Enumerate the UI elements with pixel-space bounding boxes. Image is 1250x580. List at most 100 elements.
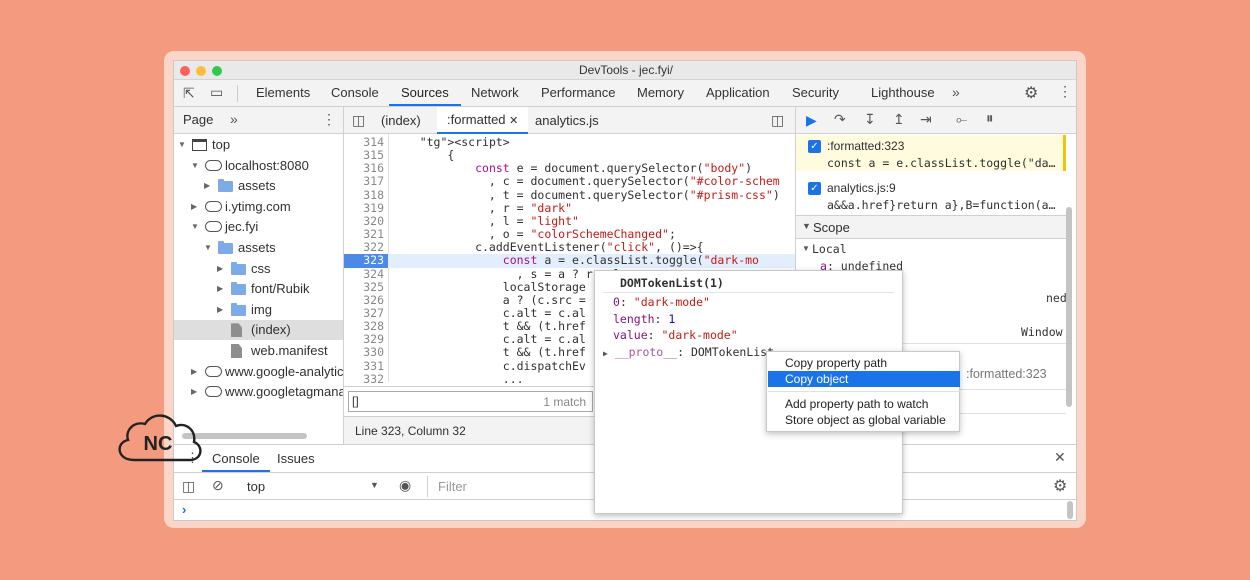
dropdown-arrow-icon[interactable]: ▼ [370,480,379,490]
line-number[interactable]: 323 [344,254,388,268]
line-number[interactable]: 331 [344,359,384,373]
console-settings-icon[interactable]: ⚙ [1053,476,1067,496]
tree-item[interactable]: ▶ css [174,259,343,279]
tab-network[interactable]: Network [471,80,519,106]
tree-item[interactable]: web.manifest [174,341,343,361]
expand-triangle-icon[interactable]: ▶ [204,176,210,196]
expand-triangle-icon[interactable]: ▶ [191,382,197,402]
expand-triangle-icon[interactable]: ▶ [217,259,223,279]
search-input[interactable]: [] 1 match [348,391,593,412]
line-number[interactable]: 317 [344,175,384,188]
editor-tab-analytics[interactable]: analytics.js [535,113,599,128]
expand-triangle-icon[interactable]: ▶ [191,362,197,382]
callstack-item[interactable]: :formatted:323 [966,367,1047,381]
more-tabs-icon[interactable]: » [952,84,960,100]
tree-item[interactable]: ▶ www.google-analytics [174,362,343,382]
close-drawer-icon[interactable]: ✕ [1054,449,1066,466]
tree-item[interactable]: ▶ assets [174,176,343,196]
line-number[interactable]: 319 [344,201,384,215]
toggle-navigator-icon[interactable]: ◫ [352,112,365,129]
inspect-element-icon[interactable]: ⇱ [183,85,195,102]
kebab-menu-icon[interactable]: ⋮ [1058,83,1072,100]
code-line[interactable]: 323 const a = e.classList.toggle("dark-m… [344,254,795,268]
main-tabbar: ⇱ ▭ Elements Console Sources Network Per… [174,80,1076,107]
popover-prop[interactable]: value: "dark-mode" [613,328,738,342]
tree-item[interactable]: ▼ top [174,135,343,155]
step-out-icon[interactable]: ↥ [893,111,905,128]
line-number[interactable]: 332 [344,372,384,386]
tree-item[interactable]: (index) [174,320,343,341]
tree-item[interactable]: ▼ assets [174,238,343,258]
prop-key: length [613,311,655,326]
step-icon[interactable]: ⇥ [920,111,932,128]
eye-icon[interactable]: ◉ [399,477,411,494]
gear-icon[interactable]: ⚙ [1024,83,1038,103]
local-scope[interactable]: ▼ Local [796,239,1066,259]
scope-header[interactable]: ▼ Scope [796,215,1066,239]
tab-page[interactable]: Page [183,112,213,127]
expand-triangle-icon[interactable]: ▶ [217,279,223,299]
tree-item[interactable]: ▶ img [174,300,343,320]
toggle-debugger-icon[interactable]: ◫ [771,112,784,129]
tab-sources[interactable]: Sources [389,80,461,106]
tree-item[interactable]: ▼ jec.fyi [174,217,343,237]
tab-lighthouse[interactable]: Lighthouse [871,80,935,106]
show-sidebar-icon[interactable]: ◫ [182,478,195,495]
drawer-tab-issues[interactable]: Issues [277,451,315,466]
menu-item-copy-property-path[interactable]: Copy property path [768,355,960,371]
step-over-icon[interactable]: ↷ [834,111,846,128]
close-tab-icon[interactable]: ✕ [509,115,518,127]
collapse-triangle-icon[interactable]: ▼ [178,135,186,155]
folder-icon [231,302,246,316]
popover-prop[interactable]: 0: "dark-mode" [613,295,710,309]
clear-console-icon[interactable]: ⊘ [212,477,224,494]
proto-row[interactable]: ▶ __proto__: DOMTokenList [603,345,774,359]
breakpoint-checkbox[interactable]: ✓ [808,140,821,153]
console-prompt[interactable]: › [182,502,186,517]
tab-console[interactable]: Console [331,80,379,106]
debugger-scrollbar[interactable] [1066,207,1072,407]
zoom-window-button[interactable] [212,66,222,76]
more-navigator-icon[interactable]: » [230,111,238,127]
line-number[interactable]: 324 [344,267,384,281]
menu-item-copy-object[interactable]: Copy object [768,371,960,387]
popover-prop[interactable]: length: 1 [613,312,675,326]
tab-elements[interactable]: Elements [256,80,310,106]
breakpoint-checkbox[interactable]: ✓ [808,182,821,195]
close-window-button[interactable] [180,66,190,76]
menu-item-store-global[interactable]: Store object as global variable [768,412,960,428]
tab-memory[interactable]: Memory [637,80,684,106]
tree-item[interactable]: ▶ i.ytimg.com [174,197,343,217]
drawer-tab-console[interactable]: Console [202,445,270,472]
tab-security[interactable]: Security [792,80,839,106]
collapse-triangle-icon[interactable]: ▼ [191,217,199,237]
line-number[interactable]: 325 [344,280,384,294]
editor-tab-formatted[interactable]: :formatted ✕ [437,107,529,134]
editor-tab-index[interactable]: (index) [381,113,421,128]
collapse-triangle-icon[interactable]: ▼ [191,156,199,176]
device-toolbar-icon[interactable]: ▭ [210,84,223,101]
console-scrollbar[interactable] [1067,501,1073,519]
filter-input[interactable]: Filter [427,476,577,497]
context-selector[interactable]: top [247,479,265,494]
navigator-menu-icon[interactable]: ⋮ [322,111,336,128]
window-title: DevTools - jec.fyi/ [578,63,674,77]
tree-item[interactable]: ▶ font/Rubik [174,279,343,299]
menu-item-add-watch[interactable]: Add property path to watch [768,396,960,412]
resume-icon[interactable]: ▶ [806,112,817,129]
tab-performance[interactable]: Performance [541,80,615,106]
line-number[interactable]: 330 [344,346,384,359]
tree-item[interactable]: ▼ localhost:8080 [174,156,343,176]
step-into-icon[interactable]: ↧ [864,111,876,128]
collapse-triangle-icon[interactable]: ▼ [204,238,212,258]
expand-triangle-icon[interactable]: ▶ [191,197,197,217]
line-number[interactable]: 318 [344,188,384,202]
tree-item[interactable]: ▶ www.googletagmanag [174,382,343,402]
pause-on-exceptions-icon[interactable]: ⏸ [986,110,994,127]
minimize-window-button[interactable] [196,66,206,76]
breakpoint-item[interactable]: ✓ analytics.js:9 a&&a.href}return a},B=f… [796,177,1066,213]
expand-triangle-icon[interactable]: ▶ [217,300,223,320]
deactivate-breakpoints-icon[interactable]: ⟜ [956,111,967,128]
tab-application[interactable]: Application [706,80,770,106]
breakpoint-item[interactable]: ✓ :formatted:323 const a = e.classList.t… [796,135,1066,171]
